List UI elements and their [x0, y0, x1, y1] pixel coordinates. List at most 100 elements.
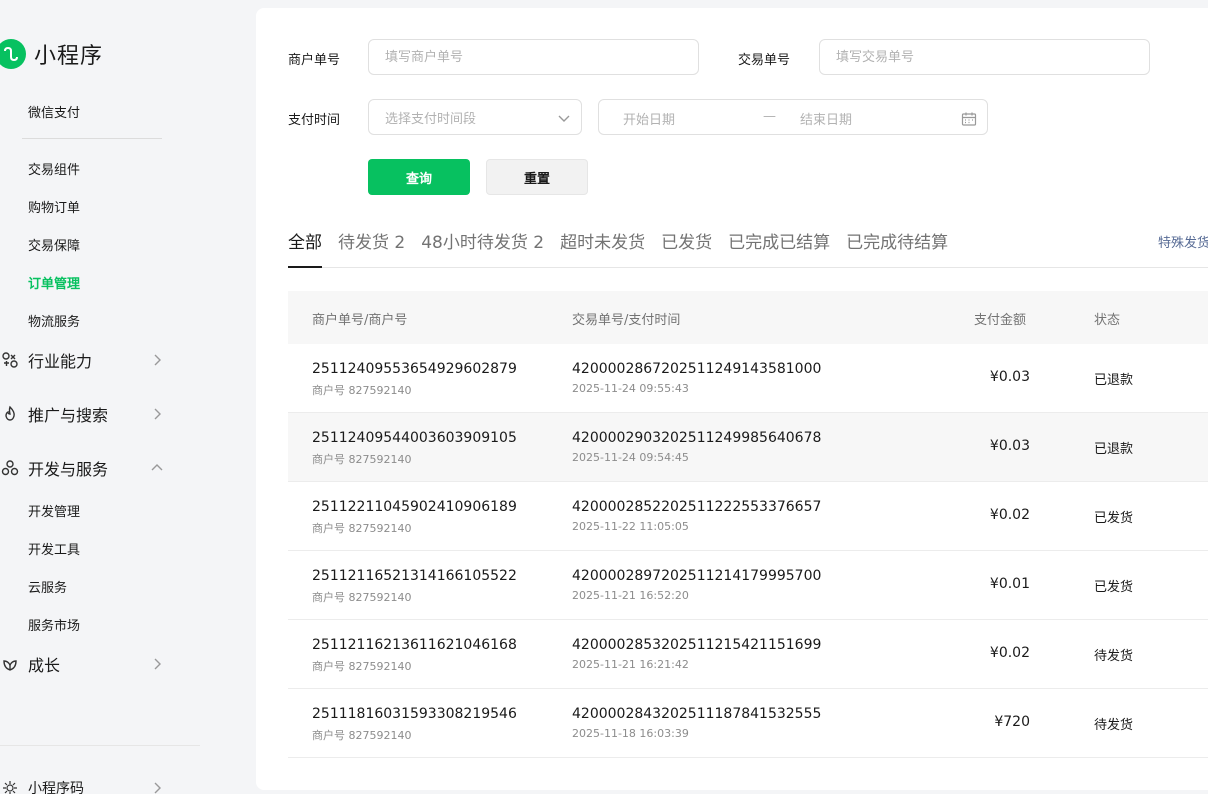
order-status: 已发货: [1094, 511, 1134, 526]
table-row[interactable]: 25112409544003603909105 商户号 827592140 42…: [288, 413, 1208, 482]
trade-no-input[interactable]: [819, 39, 1150, 75]
col-header-merchant: 商户单号/商户号: [312, 313, 408, 328]
merchant-order-no: 25112409553654929602879: [312, 361, 517, 377]
sidebar: 小程序 微信支付 交易组件 购物订单 交易保障 订单管理 物流服务 行业能力 推…: [0, 0, 256, 794]
reset-button[interactable]: 重置: [486, 159, 588, 195]
chevron-right-icon: [154, 354, 161, 366]
pay-time-select[interactable]: 选择支付时间段: [368, 99, 582, 135]
pay-time: 2025-11-24 09:55:43: [572, 382, 689, 395]
order-status: 已退款: [1094, 442, 1134, 457]
sidebar-bottom-divider: [0, 745, 200, 746]
merchant-id: 商户号 827592140: [312, 384, 412, 397]
calendar-icon[interactable]: [961, 111, 977, 127]
sidebar-item-dev-management[interactable]: 开发管理: [28, 501, 80, 520]
pay-time: 2025-11-18 16:03:39: [572, 727, 689, 740]
merchant-id: 商户号 827592140: [312, 453, 412, 466]
qrcode-icon: [0, 778, 20, 794]
pay-amount: ¥720: [994, 714, 1030, 730]
pay-time-label: 支付时间: [288, 113, 341, 128]
trade-no: 4200002897202511214179995700: [572, 568, 822, 584]
sidebar-item-logistics[interactable]: 物流服务: [28, 311, 80, 330]
pay-time: 2025-11-24 09:54:45: [572, 451, 689, 464]
col-header-amount: 支付金额: [974, 313, 1027, 328]
sidebar-item-dev-tools[interactable]: 开发工具: [28, 539, 80, 558]
order-status: 已发货: [1094, 580, 1134, 595]
pay-time: 2025-11-22 11:05:05: [572, 520, 689, 533]
sidebar-item-qrcode[interactable]: 小程序码: [0, 776, 170, 794]
tab-completed-unsettled[interactable]: 已完成待结算: [846, 228, 948, 258]
sidebar-item-service-market[interactable]: 服务市场: [28, 615, 80, 634]
end-date-input[interactable]: 结束日期: [800, 109, 852, 128]
pay-amount: ¥0.03: [989, 438, 1030, 454]
tab-48h-pending[interactable]: 48小时待发货 2: [421, 228, 544, 258]
tab-completed-settled[interactable]: 已完成已结算: [728, 228, 830, 258]
special-shipping-link[interactable]: 特殊发货: [1158, 232, 1208, 251]
table-row[interactable]: 25112409553654929602879 商户号 827592140 42…: [288, 344, 1208, 413]
growth-icon: [0, 654, 20, 674]
merchant-id: 商户号 827592140: [312, 522, 412, 535]
merchant-order-no: 25111816031593308219546: [312, 706, 517, 722]
pay-time-select-value: 选择支付时间段: [385, 111, 477, 127]
pay-time: 2025-11-21 16:21:42: [572, 658, 689, 671]
order-status: 已退款: [1094, 373, 1134, 388]
pay-amount: ¥0.02: [989, 645, 1030, 661]
merchant-order-no: 25112409544003603909105: [312, 430, 517, 446]
col-header-status: 状态: [1094, 313, 1121, 328]
tab-shipped[interactable]: 已发货: [661, 228, 712, 258]
date-range-picker[interactable]: 开始日期 — 结束日期: [598, 99, 988, 135]
table-row[interactable]: 25112116213611621046168 商户号 827592140 42…: [288, 620, 1208, 689]
merchant-id: 商户号 827592140: [312, 729, 412, 742]
sidebar-group-industry[interactable]: 行业能力: [0, 348, 170, 372]
pay-amount: ¥0.01: [989, 576, 1030, 592]
sidebar-item-trade-guarantee[interactable]: 交易保障: [28, 235, 80, 254]
chevron-down-icon: [558, 115, 570, 122]
active-tab-indicator: [288, 266, 322, 268]
trade-no: 4200002903202511249985640678: [572, 430, 822, 446]
sidebar-item-shopping-orders[interactable]: 购物订单: [28, 197, 80, 216]
flame-icon: [0, 404, 20, 424]
merchant-order-no: 25112116213611621046168: [312, 637, 517, 653]
trade-no-label: 交易单号: [738, 53, 791, 68]
sidebar-group-promotion[interactable]: 推广与搜索: [0, 402, 170, 426]
main-panel: 商户单号 交易单号 支付时间 选择支付时间段 开始日期 — 结束日期 查询 重置…: [256, 8, 1208, 790]
table-row[interactable]: 25112211045902410906189 商户号 827592140 42…: [288, 482, 1208, 551]
sidebar-item-order-management[interactable]: 订单管理: [28, 273, 80, 292]
pay-amount: ¥0.03: [989, 369, 1030, 385]
chevron-up-icon: [151, 464, 163, 471]
trade-no: 4200002843202511187841532555: [572, 706, 822, 722]
trade-no: 4200002867202511249143581000: [572, 361, 822, 377]
col-header-trade: 交易单号/支付时间: [572, 313, 681, 328]
merchant-no-input[interactable]: [368, 39, 699, 75]
date-separator: —: [763, 109, 776, 124]
sidebar-group-growth[interactable]: 成长: [0, 652, 170, 676]
sidebar-group-label: 推广与搜索: [28, 406, 109, 425]
sidebar-group-label: 开发与服务: [28, 460, 109, 479]
merchant-order-no: 25112211045902410906189: [312, 499, 517, 515]
industry-icon: [0, 350, 20, 370]
table-row[interactable]: 25111816031593308219546 商户号 827592140 42…: [288, 689, 1208, 758]
order-status: 待发货: [1094, 718, 1134, 733]
miniprogram-logo-icon: [0, 39, 26, 69]
chevron-right-icon: [154, 658, 161, 670]
table-header: 商户单号/商户号 交易单号/支付时间 支付金额 状态: [288, 291, 1208, 344]
tab-overdue[interactable]: 超时未发货: [560, 228, 645, 258]
sidebar-item-trade-component[interactable]: 交易组件: [28, 159, 80, 178]
table-row[interactable]: 25112116521314166105522 商户号 827592140 42…: [288, 551, 1208, 620]
sidebar-item-wechat-pay[interactable]: 微信支付: [28, 102, 80, 121]
chevron-right-icon: [154, 408, 161, 420]
brand-title: 小程序: [34, 44, 104, 69]
sidebar-group-label: 行业能力: [28, 352, 93, 371]
start-date-input[interactable]: 开始日期: [623, 109, 675, 128]
order-status: 待发货: [1094, 649, 1134, 664]
tab-pending-shipment[interactable]: 待发货 2: [338, 228, 405, 258]
sidebar-group-label: 成长: [28, 656, 61, 675]
sidebar-group-dev-service[interactable]: 开发与服务: [0, 456, 170, 480]
merchant-order-no: 25112116521314166105522: [312, 568, 517, 584]
order-status-tabs: 全部 待发货 2 48小时待发货 2 超时未发货 已发货 已完成已结算 已完成待…: [288, 228, 964, 258]
query-button[interactable]: 查询: [368, 159, 470, 195]
sidebar-item-cloud-service[interactable]: 云服务: [28, 577, 67, 596]
merchant-id: 商户号 827592140: [312, 660, 412, 673]
merchant-no-label: 商户单号: [288, 53, 341, 68]
brand[interactable]: 小程序: [0, 36, 103, 72]
tab-all[interactable]: 全部: [288, 228, 322, 258]
